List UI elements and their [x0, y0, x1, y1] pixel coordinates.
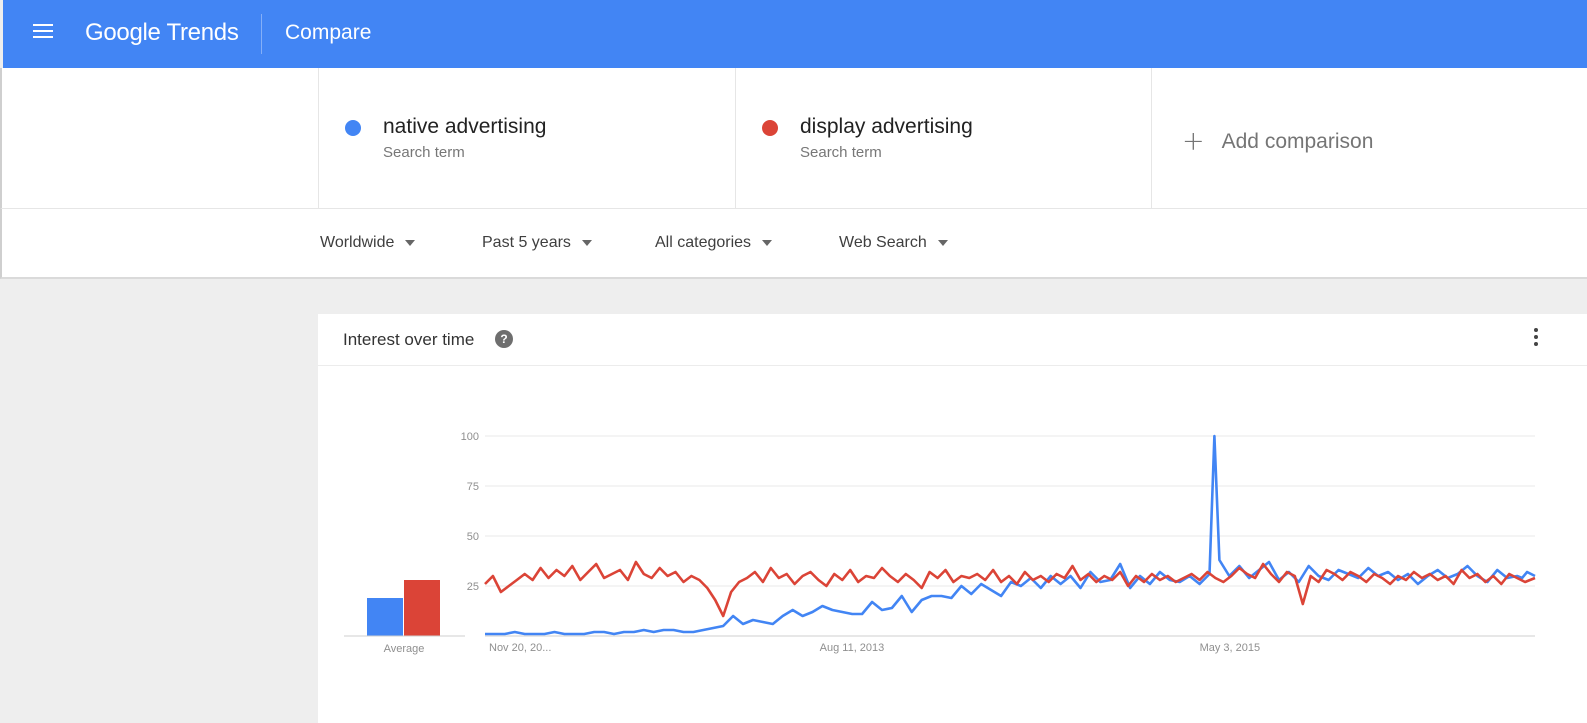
x-tick-label: Aug 11, 2013 [820, 642, 885, 654]
x-tick-label: May 3, 2015 [1200, 642, 1261, 654]
filter-label: All categories [655, 234, 752, 251]
search-term-name[interactable]: native advertising [383, 114, 546, 140]
y-tick-label: 100 [461, 431, 479, 443]
y-tick-label: 50 [467, 531, 479, 543]
app-root: Google Trends Compare native advertising… [0, 0, 1587, 723]
interest-over-time-chart[interactable]: 100 75 50 25 Nov 20, 20... Aug 11, 2013 May 3,… [318, 314, 1587, 723]
add-comparison-label: Add comparison [1221, 130, 1374, 153]
y-tick-label: 75 [467, 481, 479, 493]
header-divider [261, 14, 262, 54]
filters-bar: Worldwide Past 5 years All categories We… [0, 208, 1587, 279]
x-tick-label: Nov 20, 20... [489, 642, 551, 654]
time-range-filter-dropdown[interactable]: Past 5 years [482, 233, 592, 253]
google-trends-logo[interactable]: Google Trends [85, 18, 239, 48]
add-comparison-button[interactable]: + Add comparison [1182, 128, 1373, 156]
filter-label: Past 5 years [482, 234, 571, 251]
hamburger-menu-icon[interactable] [33, 24, 55, 42]
dropdown-caret-icon [762, 240, 773, 246]
location-filter-dropdown[interactable]: Worldwide [320, 233, 416, 253]
category-filter-dropdown[interactable]: All categories [655, 233, 773, 253]
page-title: Compare [285, 21, 372, 44]
filter-label: Worldwide [320, 234, 395, 251]
dropdown-caret-icon [937, 240, 948, 246]
plus-icon: + [1182, 126, 1205, 157]
series-line-display-advertising [484, 560, 1536, 618]
series-line-native-advertising [485, 434, 1536, 636]
average-bar-display-advertising [404, 580, 440, 636]
average-bar-native-advertising [367, 598, 403, 636]
y-tick-label: 25 [467, 581, 479, 593]
average-label: Average [384, 643, 425, 655]
search-type-filter-dropdown[interactable]: Web Search [839, 233, 948, 253]
blue-series-dot-icon [345, 120, 361, 136]
search-term-type: Search term [383, 144, 465, 161]
compare-terms-panel: native advertising Search term display a… [0, 68, 1587, 208]
search-term-type: Search term [800, 144, 882, 161]
top-header: Google Trends Compare [3, 0, 1587, 68]
interest-over-time-card: Interest over time ? 100 75 50 25 Nov 20, 20… [318, 314, 1587, 723]
dropdown-caret-icon [405, 240, 416, 246]
search-term-card-native-advertising[interactable]: native advertising Search term [318, 68, 736, 208]
red-series-dot-icon [762, 120, 778, 136]
dropdown-caret-icon [581, 240, 592, 246]
search-term-card-display-advertising[interactable]: display advertising Search term [736, 68, 1152, 208]
filter-label: Web Search [839, 234, 927, 251]
search-term-name[interactable]: display advertising [800, 114, 973, 140]
